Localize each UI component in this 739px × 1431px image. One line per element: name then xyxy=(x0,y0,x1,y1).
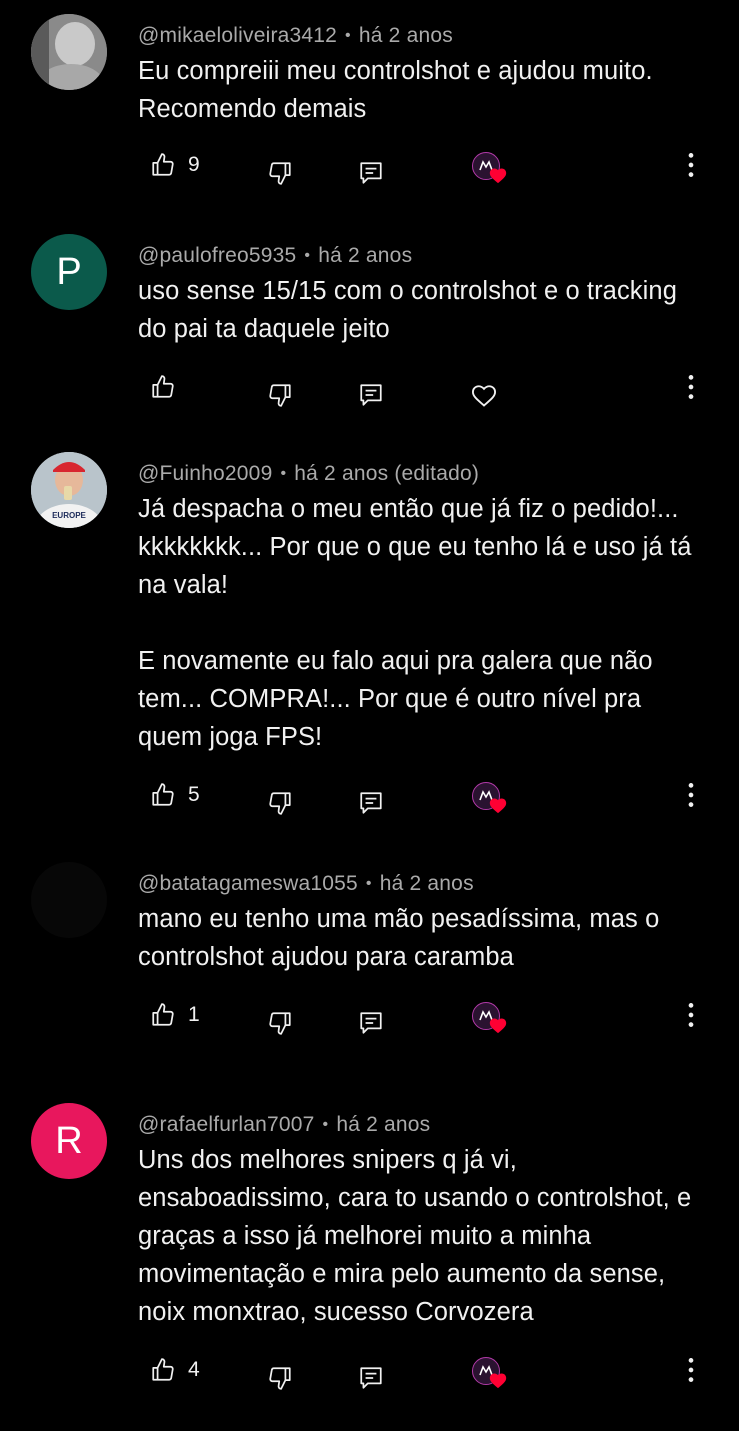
thumb-down-icon xyxy=(269,162,291,185)
comment-text: Uns dos melhores snipers q já vi, ensabo… xyxy=(138,1146,699,1326)
more-vert-icon xyxy=(688,153,694,177)
separator-dot: • xyxy=(304,247,311,264)
thumb-down-icon xyxy=(269,384,291,407)
avatar[interactable]: R xyxy=(31,1103,107,1179)
more-options-button[interactable] xyxy=(678,1355,704,1385)
comment-actions: 9 xyxy=(0,152,739,192)
more-options-button[interactable] xyxy=(678,150,704,180)
like-count: 9 xyxy=(188,153,200,176)
separator-dot: • xyxy=(345,27,351,44)
comment-meta: @batatagameswa1055 • há 2 anos xyxy=(138,872,474,896)
comment-time: há 2 anos xyxy=(358,24,453,47)
reply-button[interactable] xyxy=(358,1365,384,1391)
reply-icon xyxy=(360,162,382,184)
reply-button[interactable] xyxy=(358,790,384,816)
dislike-button[interactable] xyxy=(267,1010,293,1036)
avatar-photo-icon xyxy=(31,14,107,90)
more-vert-icon xyxy=(688,1358,694,1382)
author-name[interactable]: @Fuinho2009 xyxy=(138,462,272,485)
comment-text: Eu compreiii meu controlshot e ajudou mu… xyxy=(138,57,660,123)
separator-dot: • xyxy=(365,875,372,892)
like-count: 5 xyxy=(188,783,200,806)
comment-meta: @mikaeloliveira3412 • há 2 anos xyxy=(138,24,453,48)
avatar[interactable]: EUROPE xyxy=(31,452,107,528)
dislike-button[interactable] xyxy=(267,382,293,408)
more-vert-icon xyxy=(688,783,694,807)
comment-meta: @rafaelfurlan7007 • há 2 anos xyxy=(138,1113,430,1137)
creator-heart-icon xyxy=(489,798,507,814)
comment-time: há 2 anos xyxy=(318,244,413,267)
like-button[interactable]: 1 xyxy=(150,1002,200,1028)
like-button[interactable] xyxy=(150,374,188,400)
avatar[interactable] xyxy=(31,14,107,90)
creator-heart-icon xyxy=(489,1018,507,1034)
like-button[interactable]: 4 xyxy=(150,1357,200,1383)
creator-heart xyxy=(470,782,510,818)
author-name[interactable]: @paulofreo5935 xyxy=(138,244,296,267)
author-name[interactable]: @rafaelfurlan7007 xyxy=(138,1113,315,1136)
creator-heart xyxy=(470,1357,510,1393)
dislike-button[interactable] xyxy=(267,790,293,816)
comment-time: há 2 anos (editado) xyxy=(294,462,480,485)
comment-text: uso sense 15/15 com o controlshot e o tr… xyxy=(138,277,685,343)
dislike-button[interactable] xyxy=(267,1365,293,1391)
avatar-letter: P xyxy=(56,250,82,293)
avatar-letter: R xyxy=(55,1119,83,1162)
heart-button[interactable] xyxy=(470,382,498,408)
more-options-button[interactable] xyxy=(678,1000,704,1030)
comment-meta: @Fuinho2009 • há 2 anos (editado) xyxy=(138,462,479,486)
reply-button[interactable] xyxy=(358,382,384,408)
comment-actions xyxy=(0,374,739,414)
avatar-shirt-text: EUROPE xyxy=(52,511,86,520)
reply-icon xyxy=(360,1012,382,1034)
comment-time: há 2 anos xyxy=(379,872,474,895)
creator-heart xyxy=(470,152,510,188)
more-vert-icon xyxy=(688,375,694,399)
reply-button[interactable] xyxy=(358,1010,384,1036)
thumb-up-icon xyxy=(152,1003,174,1026)
creator-heart xyxy=(470,1002,510,1038)
comment-text: Já despacha o meu então que já fiz o ped… xyxy=(138,495,692,751)
more-options-button[interactable] xyxy=(678,780,704,810)
separator-dot: • xyxy=(280,465,287,482)
reply-button[interactable] xyxy=(358,160,384,186)
comment-time: há 2 anos xyxy=(336,1113,431,1136)
reply-icon xyxy=(360,1367,382,1389)
reply-icon xyxy=(360,792,382,814)
dislike-button[interactable] xyxy=(267,160,293,186)
thumb-down-icon xyxy=(269,1012,291,1035)
avatar[interactable] xyxy=(31,862,107,938)
thumb-up-icon xyxy=(152,375,174,398)
thumb-up-icon xyxy=(152,153,174,176)
like-count: 1 xyxy=(188,1003,200,1026)
comment-actions: 5 xyxy=(0,782,739,822)
like-count: 4 xyxy=(188,1358,200,1381)
like-button[interactable]: 5 xyxy=(150,782,200,808)
avatar-photo-icon: EUROPE xyxy=(31,452,107,528)
separator-dot: • xyxy=(322,1116,329,1133)
creator-heart-icon xyxy=(489,168,507,184)
author-name[interactable]: @mikaeloliveira3412 xyxy=(138,24,337,47)
comment-actions: 1 xyxy=(0,1002,739,1042)
more-vert-icon xyxy=(688,1003,694,1027)
avatar[interactable]: P xyxy=(31,234,107,310)
comment-meta: @paulofreo5935 • há 2 anos xyxy=(138,244,412,268)
comment-actions: 4 xyxy=(0,1357,739,1397)
thumb-down-icon xyxy=(269,1367,291,1390)
comment-text: mano eu tenho uma mão pesadíssima, mas o… xyxy=(138,905,667,971)
thumb-down-icon xyxy=(269,792,291,815)
more-options-button[interactable] xyxy=(678,372,704,402)
heart-outline-icon xyxy=(471,385,497,407)
like-button[interactable]: 9 xyxy=(150,152,200,178)
thumb-up-icon xyxy=(152,1358,174,1381)
reply-icon xyxy=(360,384,382,406)
author-name[interactable]: @batatagameswa1055 xyxy=(138,872,358,895)
creator-heart-icon xyxy=(489,1373,507,1389)
thumb-up-icon xyxy=(152,783,174,806)
